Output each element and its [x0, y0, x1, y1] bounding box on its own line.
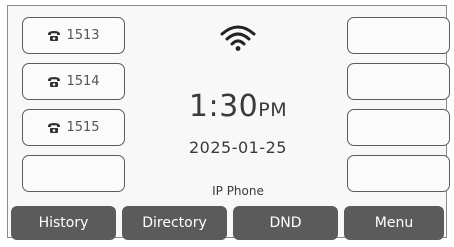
- wifi-icon: [219, 24, 257, 52]
- line-key-label: 1515: [66, 120, 100, 135]
- line-key-2[interactable]: 1514: [22, 63, 125, 100]
- history-softkey[interactable]: History: [11, 206, 116, 240]
- line-key-3[interactable]: 1515: [22, 109, 125, 146]
- phone-icon: [47, 30, 61, 42]
- device-model: IP Phone: [212, 184, 264, 198]
- line-key-4[interactable]: [22, 155, 125, 192]
- line-key-label: 1514: [66, 74, 100, 89]
- dnd-softkey[interactable]: DND: [233, 206, 338, 240]
- line-key-8[interactable]: [347, 155, 450, 192]
- line-key-5[interactable]: [347, 17, 450, 54]
- time-ampm: PM: [258, 99, 288, 121]
- phone-screen: 1513 1514 1515 1:30PM 2025-01-25 IP Phon…: [7, 5, 450, 240]
- clock-date: 2025-01-25: [189, 138, 287, 157]
- phone-icon: [47, 76, 61, 88]
- time-value: 1:30: [188, 89, 259, 124]
- clock-time: 1:30PM: [138, 90, 338, 127]
- line-key-1[interactable]: 1513: [22, 17, 125, 54]
- line-key-label: 1513: [66, 28, 100, 43]
- line-key-6[interactable]: [347, 63, 450, 100]
- directory-softkey[interactable]: Directory: [122, 206, 227, 240]
- menu-softkey[interactable]: Menu: [344, 206, 444, 240]
- line-key-7[interactable]: [347, 109, 450, 146]
- phone-icon: [47, 122, 61, 134]
